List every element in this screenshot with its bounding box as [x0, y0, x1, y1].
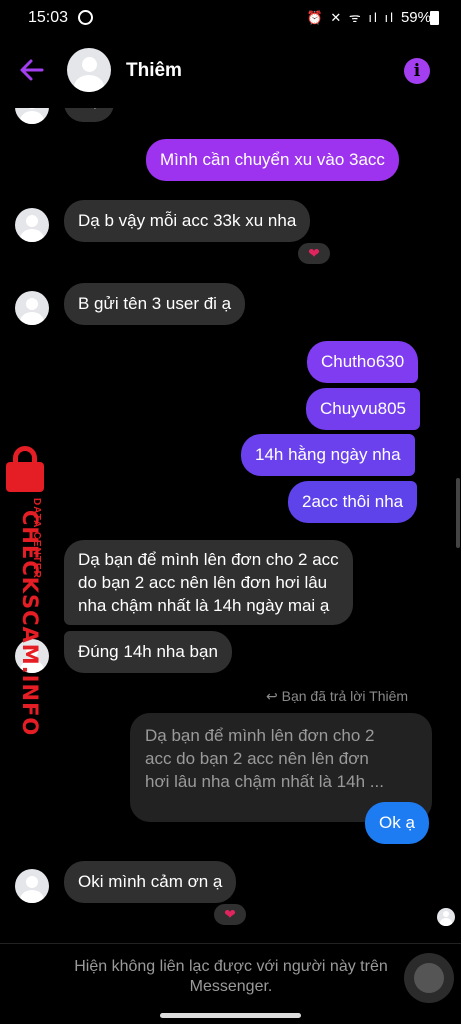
watermark-tag: DATA CENTER: [31, 498, 42, 579]
reply-icon: ↩: [266, 688, 282, 704]
status-bar: 15:03 ⏰ ✕ ᯤ ıl ıl 59%: [0, 0, 461, 36]
message-in[interactable]: B gửi tên 3 user đi ạ: [64, 283, 246, 325]
info-icon[interactable]: i: [404, 58, 430, 84]
message-out[interactable]: Mình cần chuyển xu vào 3acc: [146, 139, 399, 181]
message-out[interactable]: Ok ạ: [365, 802, 429, 844]
contact-name[interactable]: Thiêm: [126, 60, 182, 82]
watermark: CHECKSCAM.INFO DATA CENTER: [0, 440, 60, 736]
message-line: nha chậm nhất là 14h ngày mai ạ: [78, 596, 330, 615]
back-arrow-icon[interactable]: [18, 56, 50, 88]
message-in[interactable]: Oki mình cảm ơn ạ: [64, 861, 237, 903]
contact-avatar[interactable]: [67, 48, 111, 92]
status-icons: ⏰ ✕ ᯤ ıl ıl: [306, 10, 395, 25]
chat-header: Thiêm i: [0, 36, 461, 108]
battery-icon: [430, 11, 439, 25]
message-out[interactable]: 14h hằng ngày nha: [241, 434, 415, 476]
message-in[interactable]: Đúng 14h nha bạn: [64, 631, 232, 673]
unavailable-notice: Hiện không liên lạc được với người này t…: [74, 958, 388, 995]
heart-reaction-icon[interactable]: ❤: [296, 241, 332, 266]
battery-percent: 59%: [400, 9, 431, 26]
message-out[interactable]: 2acc thôi nha: [288, 481, 418, 523]
message-out[interactable]: Chuyvu805: [306, 388, 421, 430]
reply-label: ↩ Bạn đã trả lời Thiêm: [266, 688, 409, 704]
message-line: Dạ bạn để mình lên đơn cho 2 acc: [78, 550, 339, 569]
scrollbar[interactable]: [456, 478, 460, 548]
assistive-touch-button[interactable]: [404, 953, 454, 1003]
status-time: 15:03: [28, 9, 69, 26]
messenger-notification-icon: [78, 10, 93, 25]
contact-avatar-small: [15, 291, 49, 325]
home-indicator[interactable]: [160, 1013, 301, 1018]
message-line: do bạn 2 acc nên lên đơn hơi lâu: [78, 573, 328, 592]
message-out[interactable]: Chutho630: [307, 341, 419, 383]
contact-avatar-small: [15, 208, 49, 242]
message-in-multiline[interactable]: Dạ bạn để mình lên đơn cho 2 acc do bạn …: [64, 540, 353, 625]
seen-indicator-avatar: [437, 908, 455, 926]
heart-reaction-icon[interactable]: ❤: [212, 902, 248, 927]
message-in[interactable]: Dạ b vậy mỗi acc 33k xu nha: [64, 200, 311, 242]
contact-avatar-small: [15, 869, 49, 903]
divider: [0, 943, 461, 944]
